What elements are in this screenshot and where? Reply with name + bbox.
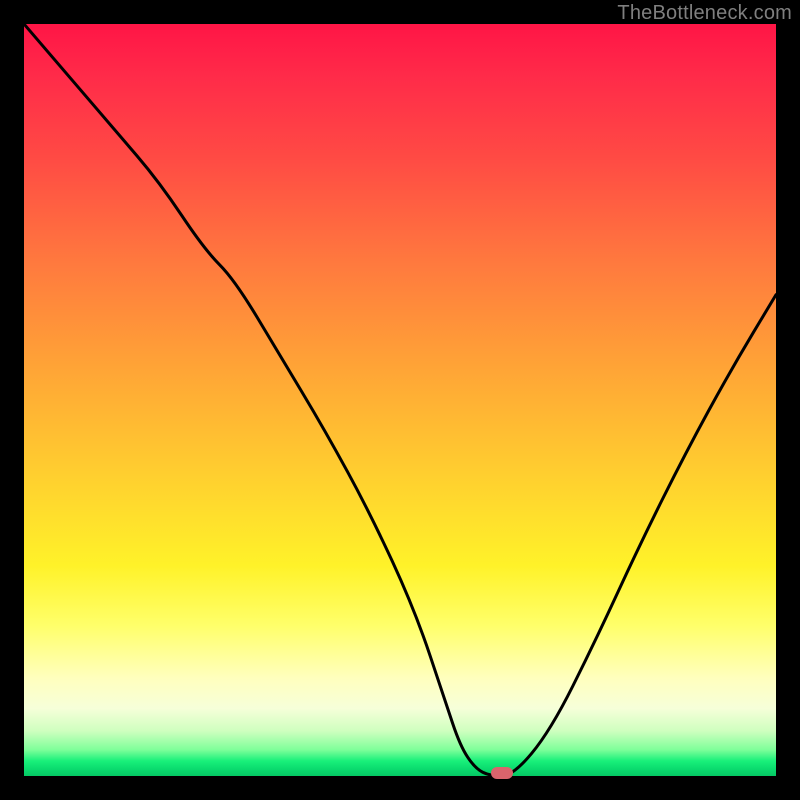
- chart-frame: TheBottleneck.com: [0, 0, 800, 800]
- optimum-marker: [491, 767, 513, 779]
- bottleneck-curve: [24, 24, 776, 776]
- plot-area: [24, 24, 776, 776]
- attribution-text: TheBottleneck.com: [617, 2, 792, 25]
